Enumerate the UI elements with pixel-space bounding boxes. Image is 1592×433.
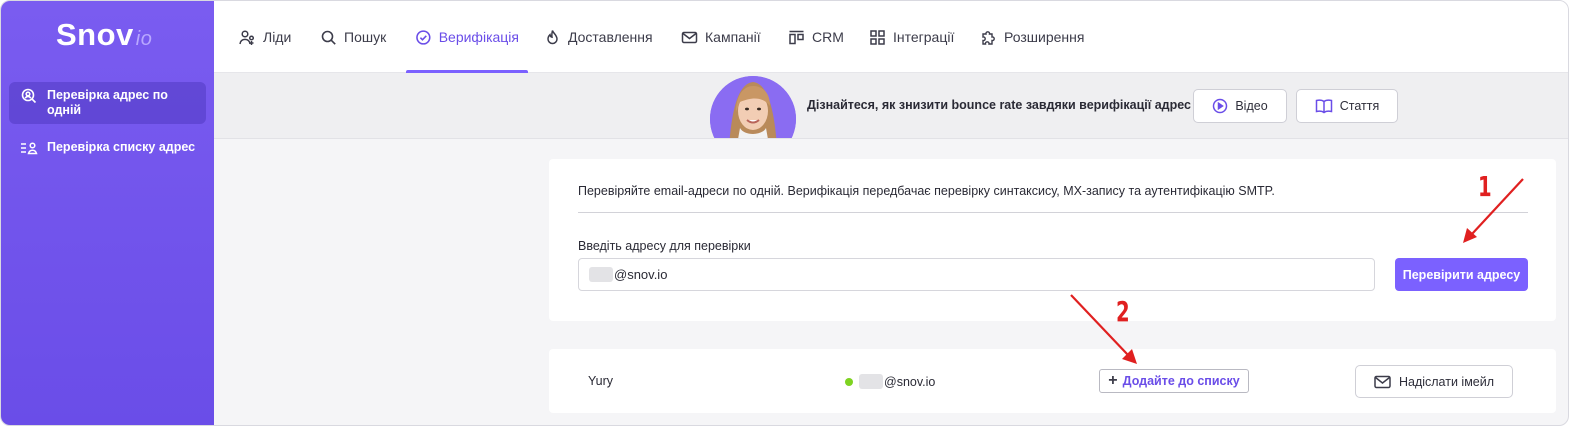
mail-icon bbox=[681, 31, 698, 43]
logo[interactable]: Snov io bbox=[56, 17, 152, 53]
book-icon bbox=[1315, 99, 1332, 114]
verify-button[interactable]: Перевірити адресу bbox=[1395, 258, 1528, 291]
send-email-button[interactable]: Надіслати імейл bbox=[1355, 365, 1513, 398]
single-verify-card: Перевіряйте email-адреси по одній. Вериф… bbox=[549, 159, 1556, 321]
email-input-label: Введіть адресу для перевірки bbox=[578, 239, 751, 253]
sidebar: Snov io Перевірка адрес по одній Перевірк… bbox=[1, 1, 214, 425]
search-icon bbox=[321, 30, 336, 45]
redacted-text bbox=[589, 267, 613, 282]
nav-extensions[interactable]: Розширення bbox=[971, 1, 1093, 73]
sidebar-item-label: Перевірка списку адрес bbox=[47, 140, 196, 154]
puzzle-icon bbox=[982, 30, 995, 45]
nav-delivery[interactable]: Доставлення bbox=[535, 1, 662, 73]
result-name: Yury bbox=[588, 374, 614, 388]
grid-icon bbox=[870, 29, 885, 45]
nav-crm[interactable]: CRM bbox=[779, 1, 853, 73]
app-window: Snov io Перевірка адрес по одній Перевірк… bbox=[0, 0, 1569, 426]
article-button[interactable]: Стаття bbox=[1296, 89, 1398, 123]
sidebar-item-label: Перевірка адрес по одній bbox=[47, 88, 168, 117]
sidebar-item-single-verify[interactable]: Перевірка адрес по одній bbox=[9, 82, 206, 124]
presenter-avatar bbox=[710, 76, 796, 138]
users-icon bbox=[239, 29, 255, 45]
mail-icon bbox=[1374, 375, 1391, 388]
plus-icon: + bbox=[1108, 372, 1118, 389]
result-email: @snov.io bbox=[845, 374, 935, 389]
nav-campaigns[interactable]: Кампанії bbox=[672, 1, 770, 73]
list-user-icon bbox=[19, 140, 39, 156]
nav-search[interactable]: Пошук bbox=[311, 1, 395, 73]
annotation-marker-2: 2 bbox=[1116, 295, 1130, 328]
verify-description: Перевіряйте email-адреси по одній. Вериф… bbox=[578, 184, 1275, 198]
play-circle-icon bbox=[1213, 98, 1228, 114]
video-button[interactable]: Відео bbox=[1193, 89, 1287, 123]
top-nav: Ліди Пошук Верифікація Доставлення Кампа… bbox=[214, 1, 1568, 73]
add-to-list-button[interactable]: + Додайте до списку bbox=[1099, 369, 1249, 393]
nav-verification[interactable]: Верифікація bbox=[406, 1, 528, 73]
search-user-icon bbox=[19, 88, 39, 104]
flame-icon bbox=[547, 29, 558, 44]
banner-text: Дізнайтеся, як знизити bounce rate завдя… bbox=[807, 98, 1191, 112]
crm-icon bbox=[789, 30, 804, 44]
valid-status-dot bbox=[845, 377, 853, 386]
divider bbox=[578, 212, 1528, 213]
email-input[interactable]: @snov.io bbox=[578, 258, 1375, 291]
promo-banner: Дізнайтеся, як знизити bounce rate завдя… bbox=[214, 73, 1568, 139]
redacted-text bbox=[859, 374, 883, 389]
check-circle-icon bbox=[416, 29, 431, 45]
nav-leads[interactable]: Ліди bbox=[230, 1, 300, 73]
result-card: Yury @snov.io + Додайте до списку Надісл… bbox=[549, 349, 1556, 413]
sidebar-item-list-verify[interactable]: Перевірка списку адрес bbox=[9, 134, 206, 162]
annotation-marker-1: 1 bbox=[1478, 170, 1492, 203]
nav-integrations[interactable]: Інтеграції bbox=[860, 1, 963, 73]
